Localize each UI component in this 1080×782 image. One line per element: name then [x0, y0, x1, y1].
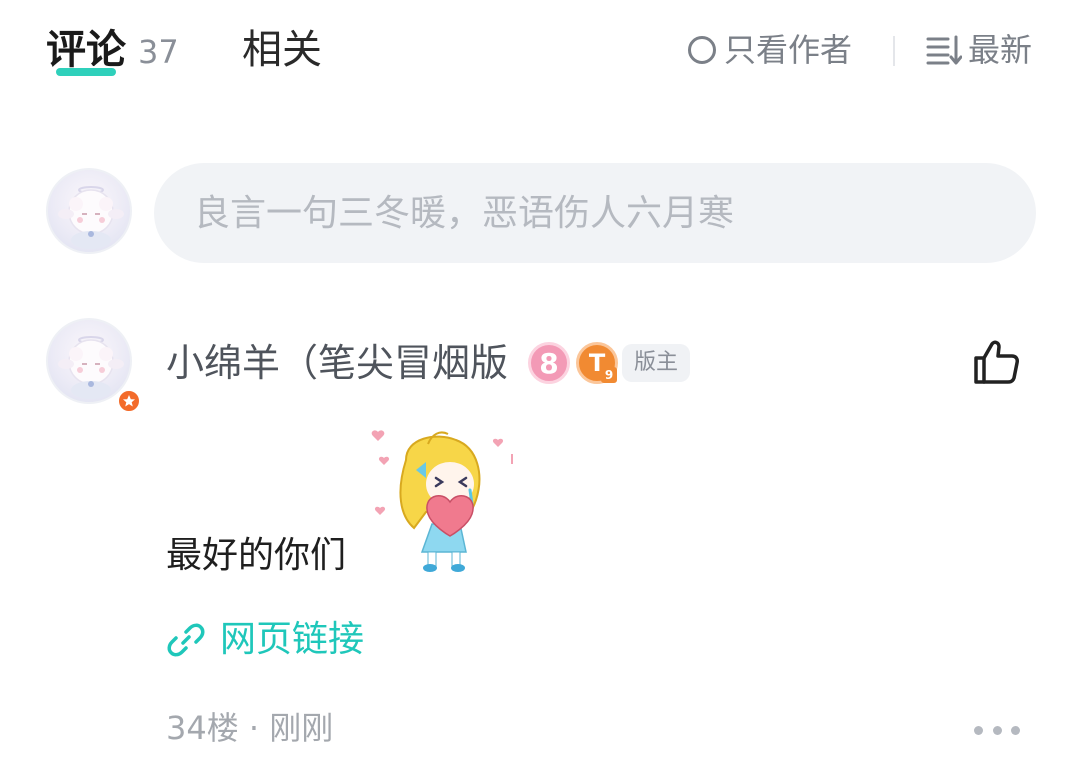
active-tab-indicator — [56, 68, 116, 76]
sort-label: 最新 — [968, 31, 1033, 69]
tier-number: 9 — [601, 367, 617, 383]
level-badge: 8 — [528, 342, 570, 384]
more-dot-icon — [974, 725, 983, 735]
comments-count: 37 — [138, 33, 179, 71]
sort-icon — [926, 35, 962, 65]
comment-input[interactable] — [154, 163, 1036, 263]
commenter-username[interactable]: 小绵羊（笔尖冒烟版 — [166, 340, 508, 386]
more-options-button[interactable] — [974, 716, 1020, 744]
author-only-toggle[interactable]: 只看作者 — [688, 30, 852, 70]
tier-badge: T 9 — [576, 342, 618, 384]
link-icon — [167, 623, 205, 657]
web-link-label: 网页链接 — [220, 619, 365, 660]
radio-circle-icon — [688, 36, 716, 64]
author-only-label: 只看作者 — [724, 31, 853, 69]
more-dot-icon — [992, 725, 1002, 735]
tab-related[interactable]: 相关 — [242, 26, 322, 74]
heart-girl-sticker — [371, 430, 513, 572]
moderator-star-icon — [116, 388, 142, 414]
comments-panel: 评论 37 相关 只看作者 最新 良言一句三冬暖，恶语伤人六月寒 小绵羊（笔尖冒… — [0, 0, 1080, 782]
header-divider — [893, 36, 895, 66]
sheep-avatar-icon — [58, 186, 124, 249]
tab-comments[interactable]: 评论 — [46, 26, 126, 74]
sort-button[interactable]: 最新 — [926, 30, 1032, 70]
moderator-role-badge: 版主 — [622, 344, 691, 382]
comment-text: 最好的你们 — [166, 535, 347, 576]
thumbs-up-icon — [974, 340, 1019, 384]
more-dot-icon — [1011, 725, 1020, 735]
like-button[interactable] — [970, 336, 1022, 388]
current-user-avatar[interactable] — [46, 168, 132, 254]
comment-meta: 34楼 · 刚刚 — [166, 709, 334, 747]
web-link[interactable]: 网页链接 — [166, 618, 364, 662]
